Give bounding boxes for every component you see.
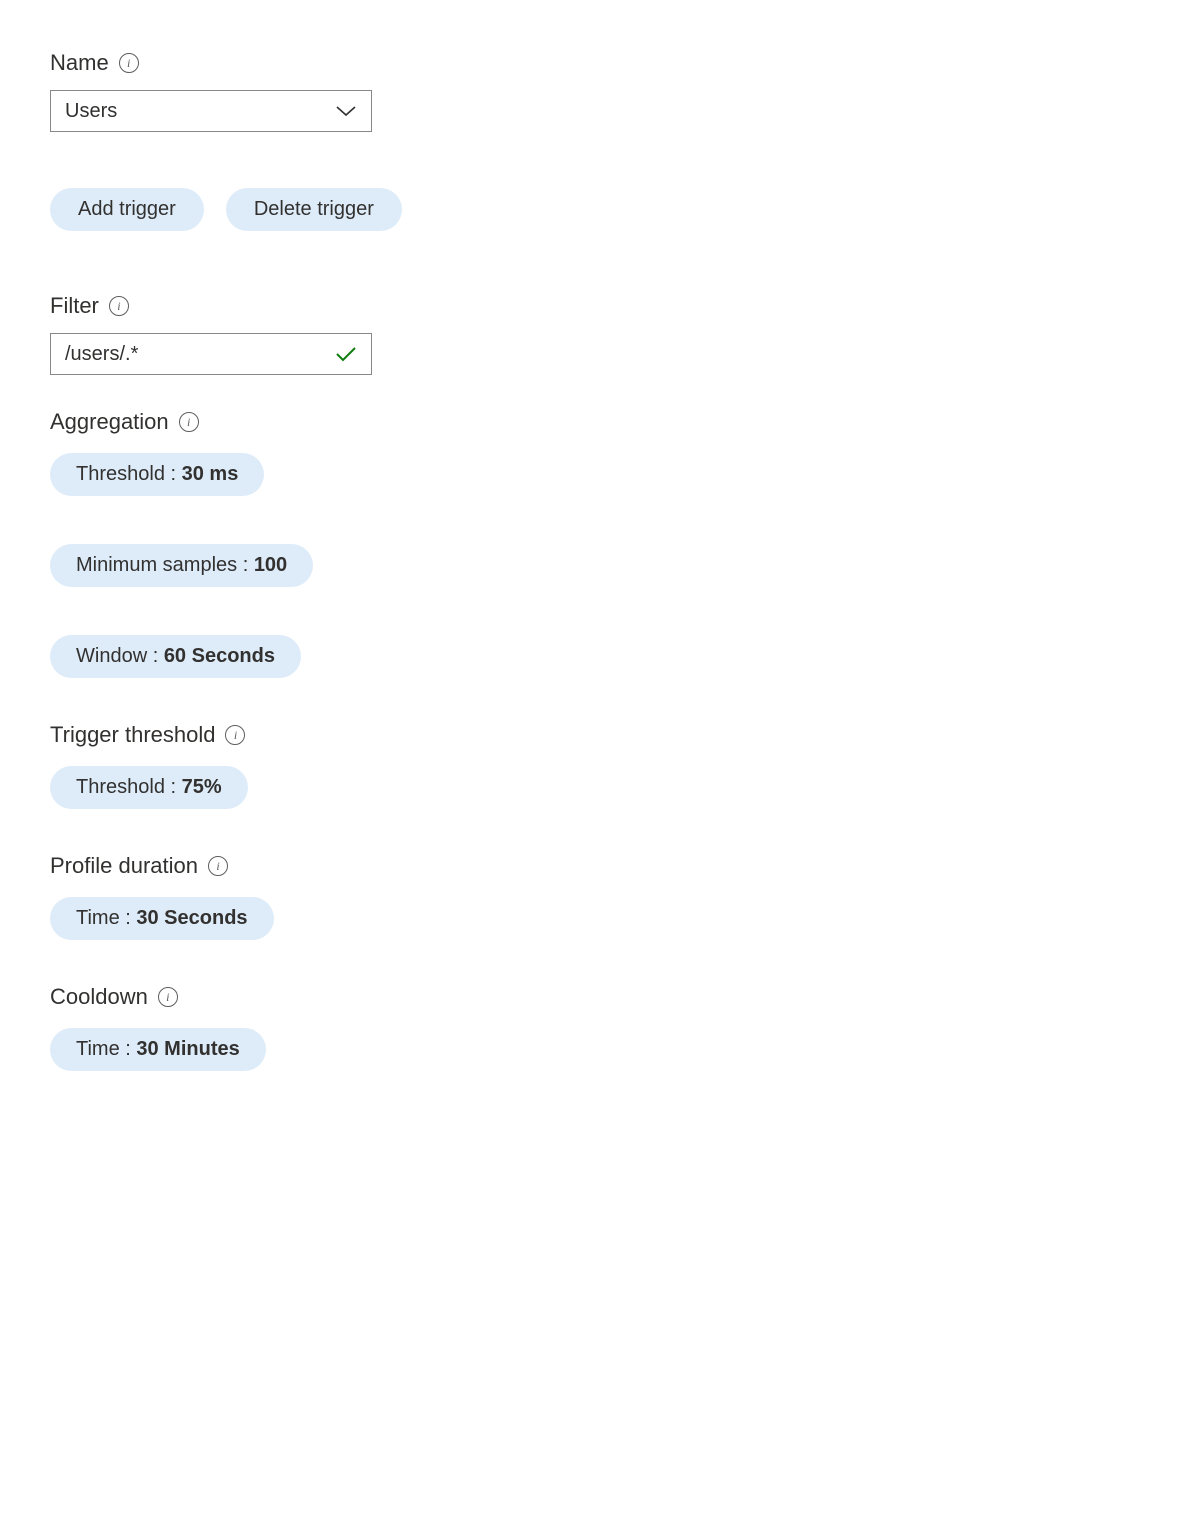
aggregation-section: Aggregation Threshold : 30 ms Minimum sa… xyxy=(50,409,1147,678)
filter-label-text: Filter xyxy=(50,293,99,319)
filter-field: Filter /users/.* xyxy=(50,293,1147,375)
chip-value: 75% xyxy=(182,776,222,798)
trigger-threshold-label-text: Trigger threshold xyxy=(50,722,215,748)
profile-duration-chip[interactable]: Time : 30 Seconds xyxy=(50,897,274,940)
info-icon[interactable] xyxy=(158,987,178,1007)
chip-label: Time : xyxy=(76,1038,136,1060)
aggregation-min-samples-chip[interactable]: Minimum samples : 100 xyxy=(50,544,313,587)
chip-value: 60 Seconds xyxy=(164,645,275,667)
trigger-buttons-row: Add trigger Delete trigger xyxy=(50,188,1147,231)
filter-input-value: /users/.* xyxy=(65,343,138,366)
chip-label: Window : xyxy=(76,645,164,667)
cooldown-label: Cooldown xyxy=(50,984,1147,1010)
name-select[interactable]: Users xyxy=(50,90,372,132)
chip-label: Minimum samples : xyxy=(76,554,254,576)
trigger-threshold-label: Trigger threshold xyxy=(50,722,1147,748)
info-icon[interactable] xyxy=(119,53,139,73)
chip-value: 30 Minutes xyxy=(136,1038,239,1060)
chip-label: Threshold : xyxy=(76,776,182,798)
aggregation-label-text: Aggregation xyxy=(50,409,169,435)
profile-duration-label-text: Profile duration xyxy=(50,853,198,879)
info-icon[interactable] xyxy=(179,412,199,432)
chip-label: Threshold : xyxy=(76,463,182,485)
cooldown-chip[interactable]: Time : 30 Minutes xyxy=(50,1028,266,1071)
chip-value: 30 Seconds xyxy=(136,907,247,929)
trigger-threshold-chip[interactable]: Threshold : 75% xyxy=(50,766,248,809)
name-label-text: Name xyxy=(50,50,109,76)
chip-label: Time : xyxy=(76,907,136,929)
check-icon xyxy=(335,345,357,363)
chevron-down-icon xyxy=(335,104,357,118)
cooldown-label-text: Cooldown xyxy=(50,984,148,1010)
aggregation-threshold-chip[interactable]: Threshold : 30 ms xyxy=(50,453,264,496)
profile-duration-section: Profile duration Time : 30 Seconds xyxy=(50,853,1147,940)
info-icon[interactable] xyxy=(225,725,245,745)
aggregation-window-chip[interactable]: Window : 60 Seconds xyxy=(50,635,301,678)
info-icon[interactable] xyxy=(109,296,129,316)
name-label: Name xyxy=(50,50,1147,76)
trigger-threshold-section: Trigger threshold Threshold : 75% xyxy=(50,722,1147,809)
chip-value: 100 xyxy=(254,554,287,576)
aggregation-label: Aggregation xyxy=(50,409,1147,435)
name-select-value: Users xyxy=(65,100,117,123)
info-icon[interactable] xyxy=(208,856,228,876)
delete-trigger-button[interactable]: Delete trigger xyxy=(226,188,402,231)
add-trigger-button[interactable]: Add trigger xyxy=(50,188,204,231)
cooldown-section: Cooldown Time : 30 Minutes xyxy=(50,984,1147,1071)
profile-duration-label: Profile duration xyxy=(50,853,1147,879)
chip-value: 30 ms xyxy=(182,463,239,485)
name-field: Name Users xyxy=(50,50,1147,132)
filter-label: Filter xyxy=(50,293,1147,319)
filter-input[interactable]: /users/.* xyxy=(50,333,372,375)
